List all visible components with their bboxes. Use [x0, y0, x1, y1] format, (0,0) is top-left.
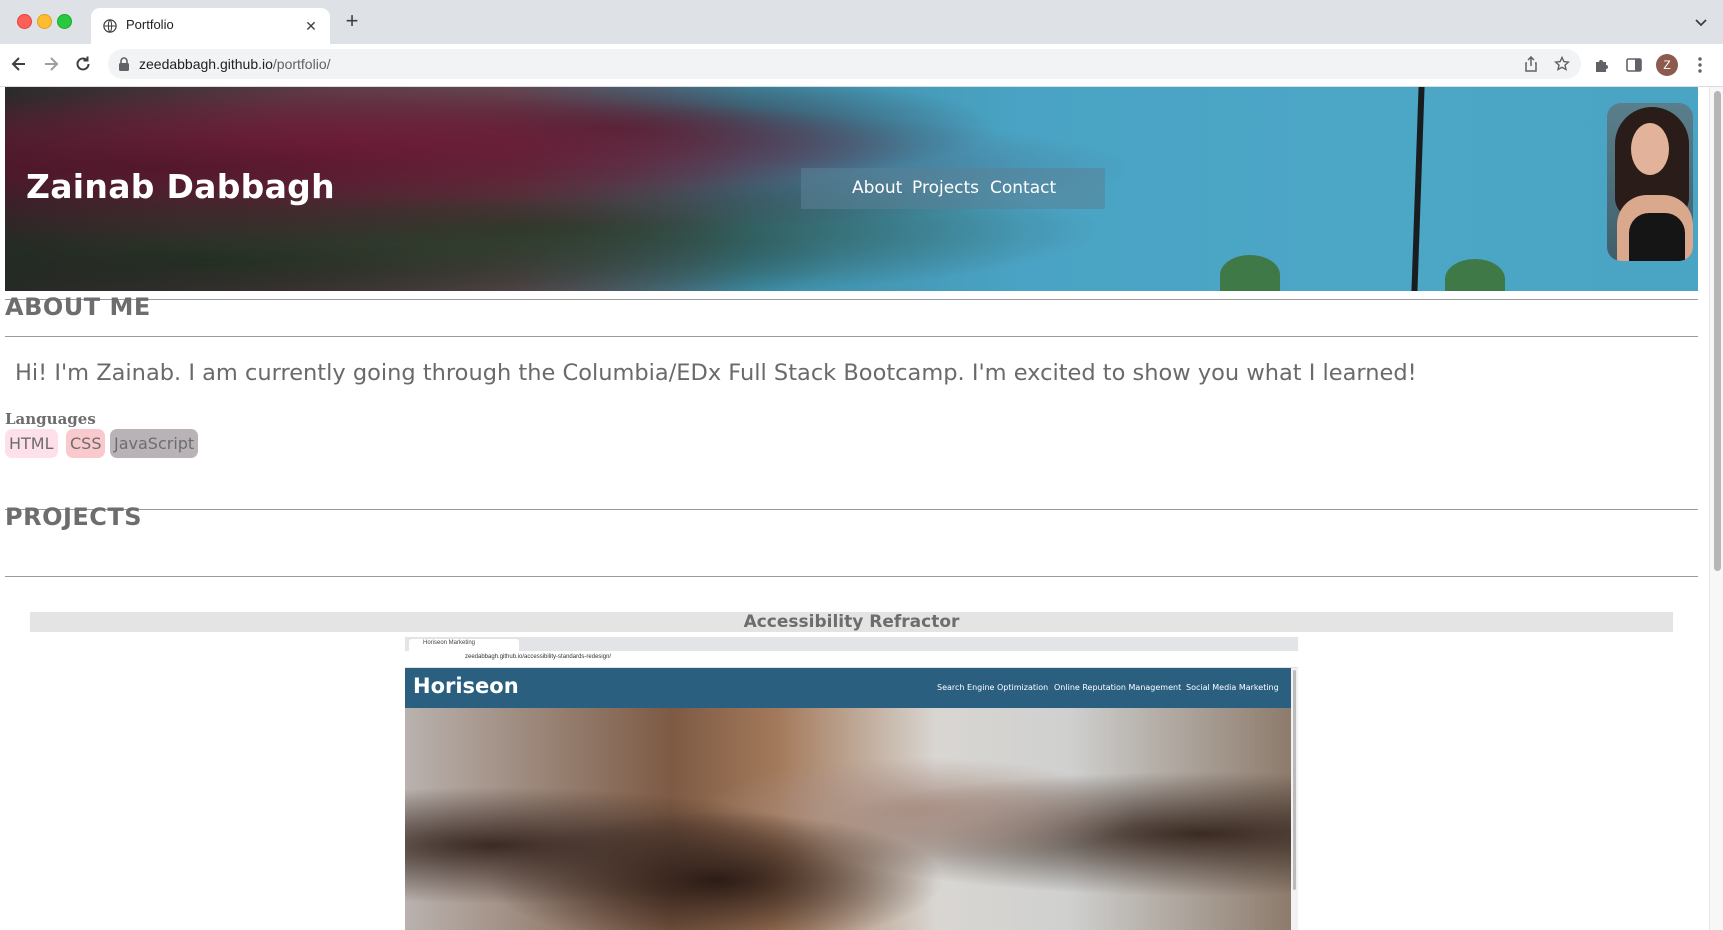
project-screenshot[interactable]: Horiseon Marketing zeedabbagh.github.io/… [405, 637, 1298, 930]
screenshot-site-header: Horiseon Search Engine Optimization Onli… [405, 668, 1291, 708]
url-text[interactable]: zeedabbagh.github.io/portfolio/ [139, 56, 331, 72]
hero-decoration [1220, 255, 1280, 291]
close-window-button[interactable] [17, 14, 32, 29]
screenshot-hero-image [405, 708, 1291, 930]
divider [5, 336, 1698, 337]
share-icon[interactable] [1523, 56, 1539, 72]
more-vert-icon[interactable] [1693, 55, 1707, 75]
minimize-window-button[interactable] [37, 14, 52, 29]
side-panel-icon[interactable] [1625, 56, 1643, 74]
plus-icon[interactable]: + [341, 10, 363, 33]
hero-decoration [1411, 87, 1425, 291]
about-text: Hi! I'm Zainab. I am currently going thr… [15, 360, 1417, 386]
screenshot-logo: Horiseon [413, 674, 519, 698]
project-card-title-bar: Accessibility Refractor [30, 612, 1673, 632]
address-bar[interactable]: zeedabbagh.github.io/portfolio/ [108, 49, 1581, 79]
about-heading: ABOUT ME [5, 293, 151, 321]
project-title[interactable]: Accessibility Refractor [30, 612, 1673, 632]
main-nav: About Projects Contact [801, 168, 1105, 209]
divider [5, 299, 1698, 300]
languages-label: Languages [5, 410, 96, 428]
browser-toolbar: zeedabbagh.github.io/portfolio/ Z [0, 44, 1723, 87]
language-badge-html: HTML [5, 429, 58, 458]
site-title: Zainab Dabbagh [26, 167, 335, 206]
screenshot-url: zeedabbagh.github.io/accessibility-stand… [465, 654, 612, 660]
nav-link-projects[interactable]: Projects [912, 178, 979, 198]
chevron-down-icon[interactable] [1693, 14, 1709, 30]
language-badge-javascript: JavaScript [110, 429, 199, 458]
nav-link-about[interactable]: About [852, 178, 902, 198]
divider [5, 509, 1698, 510]
lock-icon[interactable] [118, 57, 130, 71]
hero-decoration [1445, 259, 1505, 291]
puzzle-icon[interactable] [1593, 56, 1611, 74]
zoom-window-button[interactable] [57, 14, 72, 29]
forward-arrow-icon[interactable] [41, 54, 61, 74]
close-icon[interactable]: ✕ [302, 17, 320, 35]
tab-strip: Portfolio ✕ + [0, 0, 1723, 44]
screenshot-tab-title: Horiseon Marketing [423, 640, 476, 646]
profile-avatar[interactable]: Z [1656, 54, 1678, 76]
globe-icon [103, 19, 117, 33]
page-scrollbar[interactable] [1709, 87, 1723, 930]
nav-link-contact[interactable]: Contact [990, 178, 1056, 198]
reload-icon[interactable] [73, 54, 93, 74]
page-viewport: Zainab Dabbagh About Projects Contact AB… [0, 87, 1709, 930]
screenshot-nav-item: Online Reputation Management [1054, 683, 1182, 692]
tab-title: Portfolio [126, 17, 174, 32]
screenshot-nav-item: Social Media Marketing [1186, 683, 1279, 692]
profile-photo [1607, 103, 1693, 261]
hero-header: Zainab Dabbagh About Projects Contact [5, 87, 1698, 291]
language-badge-css: CSS [66, 429, 106, 458]
back-arrow-icon[interactable] [9, 54, 29, 74]
scrollbar-thumb[interactable] [1714, 91, 1721, 571]
projects-heading: PROJECTS [5, 503, 143, 531]
screenshot-nav-item: Search Engine Optimization [937, 683, 1049, 692]
divider [5, 576, 1698, 577]
tab-portfolio[interactable]: Portfolio ✕ [91, 8, 330, 44]
star-icon[interactable] [1554, 56, 1570, 72]
